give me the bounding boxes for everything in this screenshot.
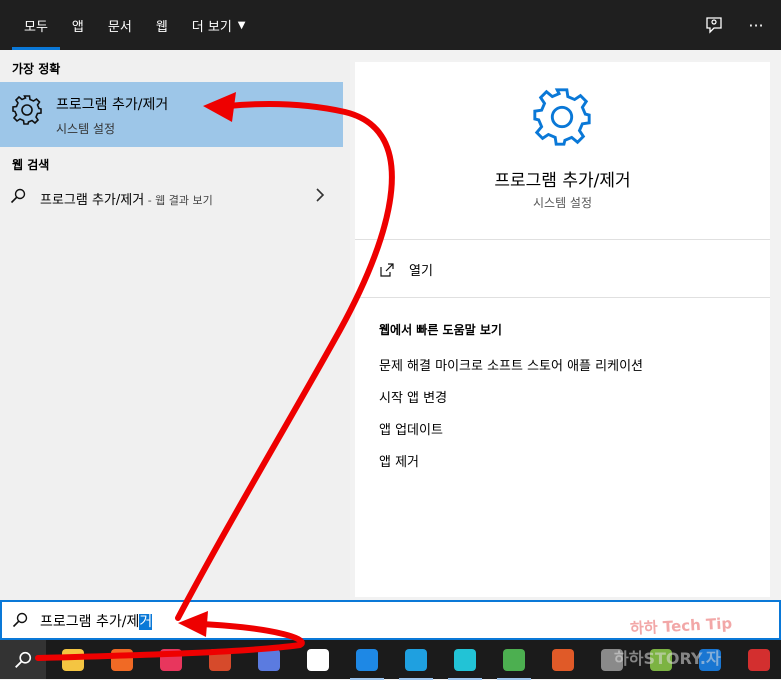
web-result-suffix: - 웹 결과 보기 xyxy=(144,194,213,207)
open-action[interactable]: 열기 xyxy=(379,260,433,279)
taskbar-app-app-orange[interactable] xyxy=(111,649,133,671)
settings-gear-icon xyxy=(12,95,42,125)
taskbar-app-app-office[interactable] xyxy=(209,649,231,671)
best-match-heading: 가장 정확 xyxy=(12,62,61,76)
taskbar-app-filezilla[interactable] xyxy=(748,649,770,671)
search-query: 프로그램 추가/제거 xyxy=(40,614,153,630)
details-title: 프로그램 추가/제거 xyxy=(494,171,631,191)
tab-web[interactable]: 웹 xyxy=(144,0,180,50)
chevron-right-icon[interactable] xyxy=(315,188,325,206)
best-match-item[interactable]: 프로그램 추가/제거 시스템 설정 xyxy=(0,82,343,147)
search-icon xyxy=(15,651,32,668)
taskbar-app-app-pink[interactable] xyxy=(160,649,182,671)
filter-tabs: 모두 앱 문서 웹 더 보기 ▼ xyxy=(12,0,258,50)
best-match-subtitle: 시스템 설정 xyxy=(56,122,116,136)
feedback-icon[interactable] xyxy=(703,14,725,36)
tab-apps[interactable]: 앱 xyxy=(60,0,96,50)
taskbar-app-app-v[interactable] xyxy=(350,649,384,680)
search-icon xyxy=(10,188,26,204)
help-link-uninstall-apps[interactable]: 앱 제거 xyxy=(379,451,419,470)
details-subtitle: 시스템 설정 xyxy=(532,196,592,210)
taskbar-app-app-bird[interactable] xyxy=(448,649,482,680)
more-options-icon[interactable]: ··· xyxy=(745,14,767,36)
taskbar-app-chrome[interactable] xyxy=(497,649,531,680)
open-label: 열기 xyxy=(409,264,433,279)
quick-help-heading: 웹에서 빠른 도움말 보기 xyxy=(379,323,502,337)
tab-all[interactable]: 모두 xyxy=(12,0,60,50)
details-pane: 프로그램 추가/제거 시스템 설정 열기 웹에서 빠른 도움말 보기 문제 해결… xyxy=(355,62,770,597)
tab-more[interactable]: 더 보기 ▼ xyxy=(180,0,258,50)
taskbar-app-app-stripes[interactable] xyxy=(552,649,574,671)
help-link-startup-apps[interactable]: 시작 앱 변경 xyxy=(379,387,447,406)
selected-text: 거 xyxy=(139,614,153,630)
web-search-heading: 웹 검색 xyxy=(12,158,50,172)
search-icon xyxy=(12,612,28,628)
search-top-bar: 모두 앱 문서 웹 더 보기 ▼ ··· xyxy=(0,0,781,50)
settings-gear-icon xyxy=(533,88,591,146)
taskbar-app-edge[interactable] xyxy=(399,649,433,680)
open-icon xyxy=(380,262,394,277)
watermark: 하하STORY.자 xyxy=(614,649,721,668)
best-match-title: 프로그램 추가/제거 xyxy=(56,97,169,113)
web-result-text: 프로그램 추가/제거 xyxy=(40,193,145,208)
divider xyxy=(355,297,770,298)
tab-documents[interactable]: 문서 xyxy=(96,0,144,50)
divider xyxy=(355,239,770,240)
taskbar-app-app-camera[interactable] xyxy=(258,649,280,671)
web-search-result[interactable]: 프로그램 추가/제거 - 웹 결과 보기 xyxy=(0,180,343,214)
taskbar-app-notepad[interactable] xyxy=(307,649,329,671)
chevron-down-icon: ▼ xyxy=(237,19,246,31)
taskbar-app-file-explorer[interactable] xyxy=(62,649,84,671)
help-link-update-apps[interactable]: 앱 업데이트 xyxy=(379,419,443,438)
taskbar-search-button[interactable] xyxy=(0,640,46,679)
help-link-troubleshoot[interactable]: 문제 해결 마이크로 소프트 스토어 애플 리케이션 xyxy=(379,355,643,374)
results-pane: 가장 정확 프로그램 추가/제거 시스템 설정 웹 검색 프로그램 추가/제거 … xyxy=(0,50,350,600)
